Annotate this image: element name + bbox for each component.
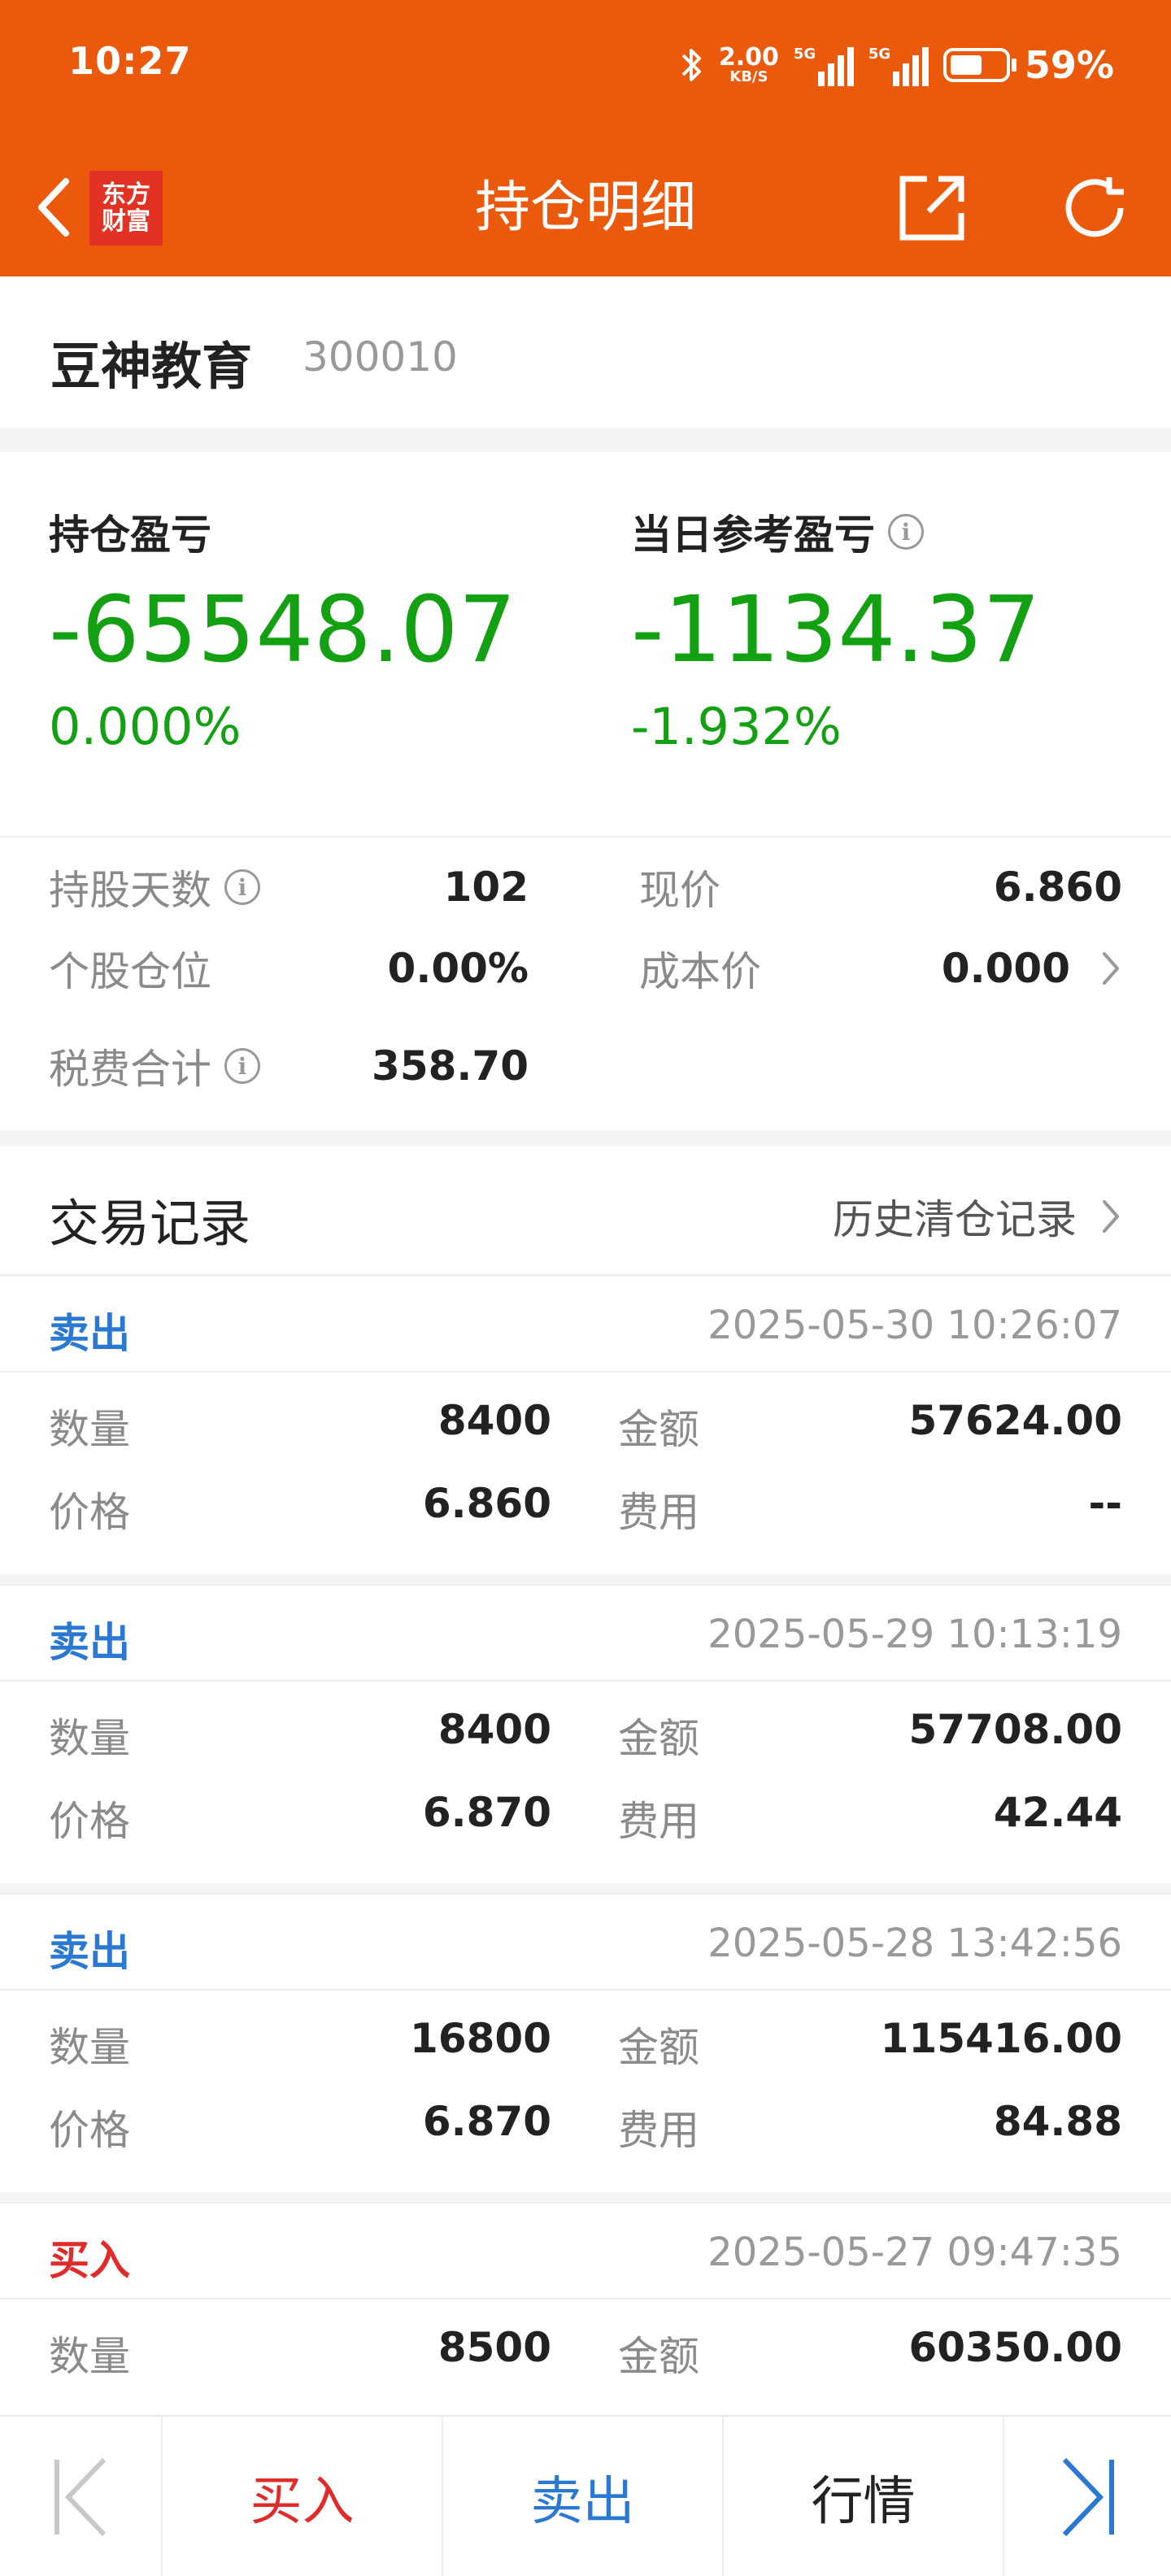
fee-value: 84.88 bbox=[993, 2098, 1122, 2145]
bottom-action-bar: 买入 卖出 行情 bbox=[0, 2415, 1171, 2576]
trade-time: 2025-05-28 13:42:56 bbox=[707, 1921, 1122, 1966]
fees-row: 税费合计 i 358.70 bbox=[49, 1042, 529, 1093]
trade-record-header: 卖出 2025-05-30 10:26:07 bbox=[0, 1275, 1171, 1373]
battery-percent: 59% bbox=[1024, 43, 1114, 87]
current-price-row: 现价 6.860 bbox=[639, 864, 1122, 914]
trade-record: 卖出 2025-05-29 10:13:19 数量 8400 金额 57708.00 价格 6… bbox=[0, 1584, 1171, 1883]
stock-header: 豆神教育 300010 bbox=[0, 276, 1171, 428]
bluetooth-icon bbox=[681, 49, 701, 81]
position-weight-row: 个股仓位 0.00% bbox=[49, 945, 529, 995]
pnl-card: 持仓盈亏 -65548.07 0.000% 当日参考盈亏 i -1134.37 … bbox=[0, 452, 1171, 1130]
daily-pnl-label: 当日参考盈亏 i bbox=[631, 503, 1041, 561]
qty-value: 8400 bbox=[437, 1397, 551, 1444]
fee-value: -- bbox=[1088, 1480, 1122, 1527]
page-title: 持仓明细 bbox=[474, 176, 696, 240]
qty-label: 数量 bbox=[49, 1406, 130, 1453]
fee-label: 费用 bbox=[618, 1489, 699, 1536]
sell-button[interactable]: 卖出 bbox=[443, 2417, 724, 2576]
battery-icon: 59% bbox=[942, 43, 1114, 87]
trade-record-header: 卖出 2025-05-29 10:13:19 bbox=[0, 1584, 1171, 1682]
hold-days-value: 102 bbox=[443, 864, 529, 911]
current-price-value: 6.860 bbox=[993, 864, 1122, 911]
position-pnl-percent: 0.000% bbox=[49, 697, 242, 757]
last-page-icon bbox=[1062, 2457, 1114, 2537]
fee-label: 费用 bbox=[618, 2107, 699, 2154]
daily-pnl-value: -1134.37 bbox=[631, 577, 1041, 683]
history-clearance-link[interactable]: 历史清仓记录 bbox=[833, 1187, 1122, 1246]
trade-record: 卖出 2025-05-28 13:42:56 数量 16800 金额 115416.00 价… bbox=[0, 1893, 1171, 2192]
buy-button[interactable]: 买入 bbox=[163, 2417, 443, 2576]
signal-icon: 5G bbox=[794, 44, 854, 86]
signal-icon: 5G bbox=[868, 44, 929, 86]
trade-record-header: 买入 2025-05-27 09:47:35 bbox=[0, 2202, 1171, 2300]
amount-value: 57624.00 bbox=[908, 1397, 1122, 1444]
amount-label: 金额 bbox=[618, 2333, 699, 2380]
status-icons: 2.00 KB/S 5G 5G 59% bbox=[680, 33, 1114, 98]
trade-records-header: 交易记录 历史清仓记录 bbox=[0, 1147, 1171, 1273]
cost-price-row[interactable]: 成本价 0.000 bbox=[639, 940, 1122, 997]
stock-name: 豆神教育 bbox=[50, 337, 253, 396]
refresh-button[interactable] bbox=[1057, 171, 1132, 246]
refresh-icon bbox=[1065, 177, 1124, 237]
position-pnl-label: 持仓盈亏 bbox=[49, 511, 211, 559]
position-pnl-value: -65548.07 bbox=[49, 577, 516, 683]
position-pnl: 持仓盈亏 -65548.07 0.000% bbox=[49, 503, 516, 756]
amount-label: 金额 bbox=[618, 1406, 699, 1453]
trade-record: 卖出 2025-05-30 10:26:07 数量 8400 金额 57624.00 价格 6… bbox=[0, 1275, 1171, 1574]
amount-label: 金额 bbox=[618, 1715, 699, 1762]
trade-time: 2025-05-27 09:47:35 bbox=[707, 2230, 1122, 2275]
daily-pnl-percent: -1.932% bbox=[631, 697, 842, 757]
info-icon[interactable]: i bbox=[224, 1048, 260, 1084]
info-icon[interactable]: i bbox=[224, 869, 260, 905]
trade-record-header: 卖出 2025-05-28 13:42:56 bbox=[0, 1893, 1171, 1991]
qty-label: 数量 bbox=[49, 2024, 130, 2071]
price-value: 6.870 bbox=[422, 2098, 551, 2145]
fee-value: 42.44 bbox=[993, 1789, 1122, 1836]
trade-type: 卖出 bbox=[49, 1928, 130, 1975]
qty-label: 数量 bbox=[49, 1715, 130, 1762]
amount-value: 115416.00 bbox=[880, 2015, 1122, 2062]
daily-pnl: 当日参考盈亏 i -1134.37 -1.932% bbox=[631, 503, 1041, 756]
qty-label: 数量 bbox=[49, 2333, 130, 2380]
stock-code: 300010 bbox=[303, 333, 458, 381]
fee-label: 费用 bbox=[618, 1798, 699, 1845]
qty-value: 8500 bbox=[437, 2324, 551, 2371]
trade-time: 2025-05-29 10:13:19 bbox=[707, 1612, 1122, 1657]
net-speed: 2.00 KB/S bbox=[718, 43, 779, 85]
price-value: 6.860 bbox=[422, 1480, 551, 1527]
amount-label: 金额 bbox=[618, 2024, 699, 2071]
amount-value: 57708.00 bbox=[908, 1706, 1122, 1753]
nav-bar: 东方 财富 持仓明细 bbox=[0, 138, 1171, 276]
app-header: 10:27 2.00 KB/S 5G 5G 59% 东方 财富 持仓明细 bbox=[0, 0, 1171, 276]
cost-price-value: 0.000 bbox=[941, 945, 1070, 992]
chevron-right-icon bbox=[1103, 1200, 1119, 1233]
hold-days-row: 持股天数 i 102 bbox=[49, 864, 529, 914]
status-time: 10:27 bbox=[68, 39, 192, 83]
first-page-icon bbox=[54, 2457, 107, 2537]
price-label: 价格 bbox=[49, 1489, 130, 1536]
qty-value: 16800 bbox=[410, 2015, 551, 2062]
chevron-right-icon bbox=[1103, 952, 1119, 985]
status-bar: 10:27 2.00 KB/S 5G 5G 59% bbox=[0, 0, 1171, 130]
share-button[interactable] bbox=[895, 171, 969, 246]
amount-value: 60350.00 bbox=[908, 2324, 1122, 2371]
position-weight-value: 0.00% bbox=[387, 945, 529, 992]
trade-type: 买入 bbox=[49, 2237, 130, 2284]
price-label: 价格 bbox=[49, 1798, 130, 1845]
trade-type: 卖出 bbox=[49, 1310, 130, 1357]
price-value: 6.870 bbox=[422, 1789, 551, 1836]
trade-time: 2025-05-30 10:26:07 bbox=[707, 1303, 1122, 1348]
last-page-button[interactable] bbox=[1004, 2417, 1171, 2576]
info-icon[interactable]: i bbox=[888, 514, 924, 550]
first-page-button[interactable] bbox=[0, 2417, 163, 2576]
trade-record: 买入 2025-05-27 09:47:35 数量 8500 金额 60350.00 bbox=[0, 2202, 1171, 2415]
qty-value: 8400 bbox=[437, 1706, 551, 1753]
fees-value: 358.70 bbox=[372, 1042, 529, 1090]
trade-type: 卖出 bbox=[49, 1619, 130, 1666]
share-icon bbox=[899, 176, 964, 241]
quote-button[interactable]: 行情 bbox=[724, 2417, 1004, 2576]
price-label: 价格 bbox=[49, 2107, 130, 2154]
trade-records-title: 交易记录 bbox=[49, 1194, 251, 1253]
